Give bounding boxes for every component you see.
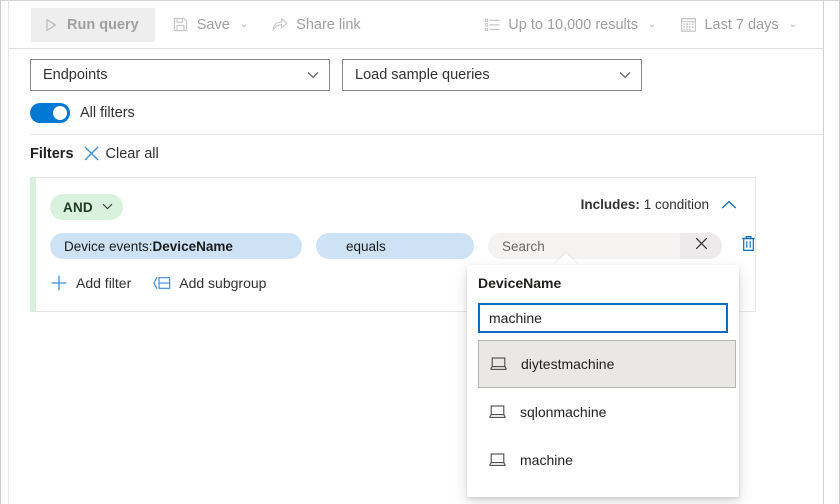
window-left-border	[0, 0, 1, 504]
add-subgroup-label: Add subgroup	[179, 275, 266, 291]
save-icon	[173, 17, 189, 33]
time-range-button[interactable]: Last 7 days ⌄	[668, 8, 809, 42]
panel-left-border	[8, 0, 9, 504]
toggle-knob	[53, 106, 67, 120]
list-icon	[484, 17, 500, 33]
list-item[interactable]: diytestmachine	[478, 340, 736, 388]
includes-value: 1 condition	[644, 197, 709, 212]
list-item[interactable]: sqlonmachine	[478, 388, 736, 436]
search-input[interactable]: Search	[488, 233, 680, 259]
condition-field-name: DeviceName	[153, 239, 233, 254]
share-link-label: Share link	[296, 17, 360, 33]
condition-value-search[interactable]: Search	[488, 233, 722, 259]
group-operator-label: AND	[63, 200, 93, 215]
play-icon	[43, 17, 59, 33]
add-filter-label: Add filter	[76, 275, 131, 291]
save-button[interactable]: Save ⌄	[161, 8, 260, 42]
condition-field-prefix: Device events:	[64, 239, 153, 254]
chevron-down-icon	[102, 202, 113, 213]
clear-search-button[interactable]	[680, 233, 722, 259]
filter-condition-row: Device events: DeviceName equals Search	[50, 233, 758, 259]
run-query-label: Run query	[67, 17, 139, 33]
command-bar-left: Run query Save ⌄	[9, 8, 373, 42]
devicename-options-list: diytestmachine sqlonmachine	[478, 340, 736, 484]
chevron-down-icon: ⌄	[240, 19, 248, 30]
add-subgroup-icon	[153, 274, 171, 292]
add-filter-button[interactable]: Add filter	[50, 274, 131, 292]
condition-field-pill[interactable]: Device events: DeviceName	[50, 233, 302, 259]
command-bar: Run query Save ⌄	[9, 1, 823, 48]
filters-header: Filters Clear all	[30, 145, 159, 162]
share-link-button[interactable]: Share link	[260, 8, 372, 42]
add-subgroup-button[interactable]: Add subgroup	[153, 274, 266, 292]
condition-operator-pill[interactable]: equals	[316, 233, 474, 259]
all-filters-toggle-row: All filters	[30, 103, 135, 123]
chevron-down-icon: ⌄	[789, 19, 797, 30]
plus-icon	[50, 274, 68, 292]
results-limit-label: Up to 10,000 results	[508, 17, 638, 33]
run-query-button[interactable]: Run query	[31, 8, 155, 42]
device-icon	[490, 356, 507, 373]
filters-title: Filters	[30, 146, 74, 162]
includes-prefix: Includes:	[581, 197, 640, 212]
filters-divider	[30, 134, 823, 135]
calendar-icon	[680, 17, 696, 33]
panel-right-border	[823, 0, 824, 504]
list-item-label: diytestmachine	[521, 356, 614, 372]
group-operator-pill[interactable]: AND	[50, 194, 123, 220]
sample-queries-dropdown[interactable]: Load sample queries	[342, 59, 642, 91]
time-range-label: Last 7 days	[704, 17, 778, 33]
callout-title: DeviceName	[478, 275, 561, 291]
devicename-search-input[interactable]: machine	[478, 303, 728, 333]
clear-all-label: Clear all	[106, 146, 159, 162]
chevron-down-icon	[619, 71, 631, 79]
device-icon	[489, 404, 506, 421]
delete-condition-button[interactable]	[738, 236, 758, 256]
collapse-group-button[interactable]	[719, 195, 739, 215]
chevron-down-icon: ⌄	[648, 19, 656, 30]
clear-all-button[interactable]: Clear all	[83, 145, 159, 162]
sample-queries-value: Load sample queries	[355, 67, 619, 83]
share-icon	[272, 17, 288, 33]
device-icon	[489, 452, 506, 469]
results-limit-button[interactable]: Up to 10,000 results ⌄	[472, 8, 668, 42]
query-builder-screen: Run query Save ⌄	[0, 0, 840, 504]
all-filters-toggle[interactable]	[30, 103, 70, 123]
command-bar-right: Up to 10,000 results ⌄	[472, 8, 823, 42]
list-item-label: machine	[520, 452, 573, 468]
close-icon	[695, 237, 708, 255]
includes-summary: Includes: 1 condition	[581, 197, 709, 212]
condition-operator-label: equals	[346, 239, 386, 254]
add-actions-row: Add filter Add subgroup	[50, 274, 266, 292]
trash-icon	[741, 235, 756, 257]
list-item-label: sqlonmachine	[520, 404, 606, 420]
chevron-down-icon	[307, 71, 319, 79]
close-icon	[83, 145, 100, 162]
table-selector-dropdown[interactable]: Endpoints	[30, 59, 330, 91]
toolbar-divider	[9, 48, 823, 49]
save-label: Save	[197, 17, 230, 33]
all-filters-label: All filters	[80, 105, 135, 121]
table-selector-value: Endpoints	[43, 67, 307, 83]
list-item[interactable]: machine	[478, 436, 736, 484]
devicename-callout: DeviceName machine diytestmachine	[467, 265, 739, 497]
